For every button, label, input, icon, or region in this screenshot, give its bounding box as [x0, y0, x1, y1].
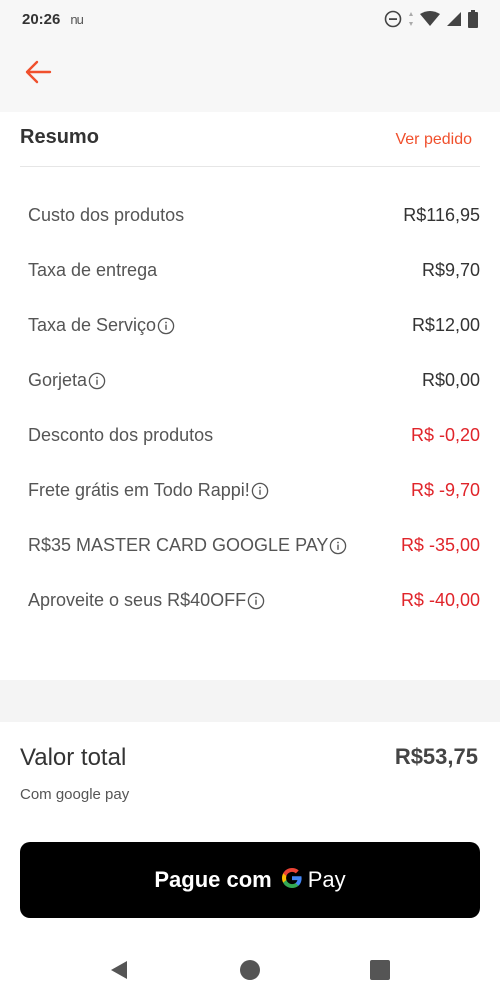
do-not-disturb-icon — [384, 10, 402, 28]
navigation-bar — [0, 940, 500, 1000]
price-row-label: Frete grátis em Todo Rappi! — [28, 480, 269, 501]
price-row-label: Gorjeta — [28, 370, 106, 391]
google-pay-logo: Pay — [280, 866, 346, 895]
signal-arrows-icon — [408, 11, 414, 27]
arrow-left-icon — [23, 57, 53, 92]
info-icon[interactable] — [247, 592, 265, 610]
price-row-value: R$ -0,20 — [410, 425, 480, 445]
battery-icon — [468, 10, 478, 28]
wifi-icon — [420, 11, 440, 27]
price-row: Gorjeta R$0,00 — [28, 353, 480, 408]
status-time: 20:26 — [22, 10, 61, 28]
price-row-label-text: Gorjeta — [28, 370, 88, 390]
price-row-label: Aproveite o seus R$40OFF — [28, 590, 265, 611]
price-row-label-text: Desconto dos produtos — [28, 425, 214, 445]
price-row: Desconto dos produtos R$ -0,20 — [28, 408, 480, 463]
square-recents-icon — [370, 960, 390, 980]
info-icon[interactable] — [251, 482, 269, 500]
price-row-label-text: Taxa de entrega — [28, 260, 158, 280]
price-row-label-text: Frete grátis em Todo Rappi! — [28, 480, 250, 500]
price-row-label-text: Taxa de Serviço — [28, 315, 157, 335]
nav-back-button[interactable] — [105, 955, 135, 985]
total-value: R$53,75 — [394, 744, 478, 769]
status-icons — [384, 10, 478, 28]
price-row-label: Desconto dos produtos — [28, 425, 213, 446]
nav-recents-button[interactable] — [365, 955, 395, 985]
price-row-value: R$9,70 — [421, 260, 480, 280]
status-bar: 20:26 nu — [0, 0, 500, 38]
circle-home-icon — [240, 960, 260, 980]
app-notification-icon: nu — [70, 11, 84, 27]
price-row-value: R$12,00 — [411, 315, 480, 335]
signal-icon — [446, 11, 462, 27]
price-row: R$35 MASTER CARD GOOGLE PAY R$ -35,00 — [28, 518, 480, 573]
pay-brand-text: Pay — [307, 867, 346, 892]
summary-header: Resumo Ver pedido — [20, 112, 480, 167]
price-row-label: Taxa de Serviço — [28, 315, 175, 336]
price-row-label-text: R$35 MASTER CARD GOOGLE PAY — [28, 535, 329, 555]
info-icon[interactable] — [88, 372, 106, 390]
price-row: Frete grátis em Todo Rappi! R$ -9,70 — [28, 463, 480, 518]
price-row: Aproveite o seus R$40OFF R$ -40,00 — [28, 573, 480, 628]
triangle-back-icon — [111, 961, 127, 979]
section-divider — [0, 680, 500, 722]
info-icon[interactable] — [157, 317, 175, 335]
price-row-value: R$116,95 — [403, 205, 480, 225]
google-g-icon — [280, 866, 304, 895]
price-row-label: Custo dos produtos — [28, 205, 184, 226]
price-row-label-text: Custo dos produtos — [28, 205, 185, 225]
total-label: Valor total — [20, 744, 127, 771]
price-row-label: Taxa de entrega — [28, 260, 157, 281]
price-row-value: R$ -9,70 — [410, 480, 480, 500]
price-row-value: R$0,00 — [421, 370, 480, 390]
price-row-value: R$ -35,00 — [400, 535, 480, 555]
summary-title: Resumo — [20, 126, 99, 148]
app-bar — [0, 38, 500, 112]
price-row: Taxa de Serviço R$12,00 — [28, 298, 480, 353]
pay-button-label: Pague com — [154, 867, 272, 892]
price-row: Taxa de entrega R$9,70 — [28, 243, 480, 298]
view-order-link[interactable]: Ver pedido — [395, 131, 472, 149]
price-row-label-text: Aproveite o seus R$40OFF — [28, 590, 247, 610]
back-button[interactable] — [20, 56, 56, 92]
google-pay-button[interactable]: Pague com Pay — [20, 842, 480, 918]
nav-home-button[interactable] — [235, 955, 265, 985]
payment-method-label: Com google pay — [20, 786, 130, 803]
price-row-value: R$ -40,00 — [400, 590, 480, 610]
price-row-label: R$35 MASTER CARD GOOGLE PAY — [28, 535, 347, 556]
price-breakdown-list: Custo dos produtos R$116,95 Taxa de entreg… — [28, 188, 480, 628]
info-icon[interactable] — [329, 537, 347, 555]
price-row: Custo dos produtos R$116,95 — [28, 188, 480, 243]
